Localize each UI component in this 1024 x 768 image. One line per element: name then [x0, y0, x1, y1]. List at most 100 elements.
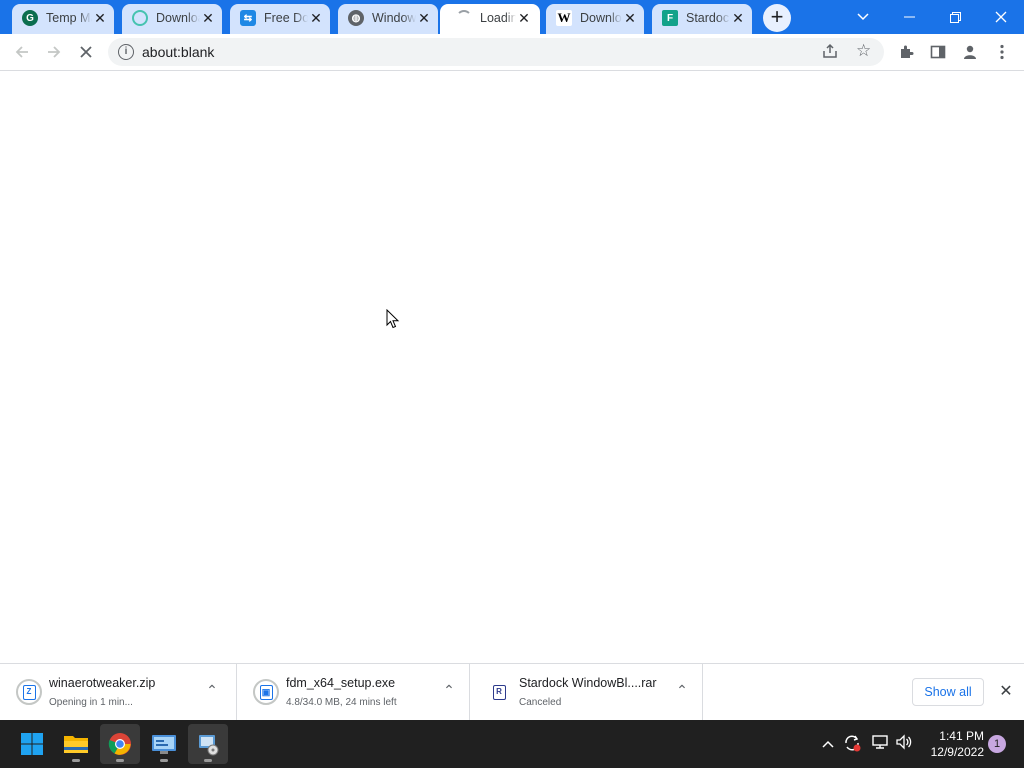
exe-file-icon: ▣	[253, 679, 279, 705]
page-content[interactable]	[0, 72, 1024, 663]
sync-error-icon	[845, 735, 861, 752]
stop-icon	[80, 46, 92, 58]
close-icon[interactable]: ✕	[622, 10, 638, 26]
close-icon	[995, 11, 1007, 23]
tab-strip: G Temp Mail ✕ Download ✕ ⇆ Free Download…	[0, 0, 1024, 34]
control-panel-icon	[152, 735, 176, 754]
tab-search-button[interactable]	[840, 0, 886, 34]
tab-download-2[interactable]: W Download ✕	[540, 0, 646, 34]
installer-icon	[199, 735, 219, 756]
profile-button[interactable]	[956, 38, 984, 66]
zip-file-icon: Z	[16, 679, 42, 705]
share-icon[interactable]	[822, 43, 838, 63]
tab-title: Download	[580, 11, 622, 25]
close-shelf-button[interactable]: ✕	[996, 682, 1016, 702]
stardock-favicon: F	[662, 10, 678, 26]
tab-loading-active[interactable]: Loading ✕	[440, 0, 540, 34]
close-icon[interactable]: ✕	[730, 10, 746, 26]
download-favicon	[132, 10, 148, 26]
running-indicator	[160, 759, 168, 762]
tab-windows[interactable]: ◍ Windows ✕	[332, 0, 440, 34]
forward-button[interactable]	[40, 38, 68, 66]
windows-taskbar: 1:41 PM 12/9/2022 1	[0, 720, 1024, 768]
sync-tray-icon[interactable]	[842, 734, 862, 754]
download-status: 4.8/34.0 MB, 24 mins left	[286, 697, 397, 708]
tab-temp-mail[interactable]: G Temp Mail ✕	[6, 0, 116, 34]
side-panel-button[interactable]	[924, 38, 952, 66]
url-text[interactable]: about:blank	[142, 44, 214, 60]
show-all-button[interactable]: Show all	[912, 678, 984, 706]
arrow-right-icon	[48, 46, 61, 58]
chevron-up-icon	[822, 740, 834, 748]
system-clock[interactable]: 1:41 PM 12/9/2022	[920, 728, 984, 760]
tab-download-1[interactable]: Download ✕	[116, 0, 224, 34]
installer-taskbar-button[interactable]	[188, 724, 228, 764]
kebab-menu-icon	[1000, 44, 1004, 60]
chevron-up-icon[interactable]: ⌃	[439, 682, 459, 702]
show-hidden-icons-button[interactable]	[818, 734, 838, 754]
chevron-up-icon[interactable]: ⌃	[202, 682, 222, 702]
chrome-taskbar-button[interactable]	[100, 724, 140, 764]
back-button[interactable]	[8, 38, 36, 66]
start-button[interactable]	[12, 724, 52, 764]
download-status: Canceled	[519, 697, 562, 708]
stop-loading-button[interactable]	[72, 38, 100, 66]
bookmark-star-icon[interactable]: ☆	[856, 41, 871, 61]
windows-logo-icon	[21, 733, 43, 755]
close-icon[interactable]: ✕	[516, 10, 532, 26]
close-icon[interactable]: ✕	[308, 10, 324, 26]
restore-icon	[949, 11, 961, 23]
network-icon	[872, 735, 888, 749]
new-tab-button[interactable]: +	[763, 4, 791, 32]
minimize-button[interactable]	[886, 0, 932, 34]
download-filename: Stardock WindowBl....rar	[519, 676, 657, 690]
notification-badge[interactable]: 1	[988, 735, 1006, 753]
running-indicator	[116, 759, 124, 762]
w-favicon: W	[556, 10, 572, 26]
close-icon[interactable]: ✕	[92, 10, 108, 26]
chevron-down-icon	[857, 13, 869, 21]
temp-mail-favicon: G	[22, 10, 38, 26]
running-indicator	[72, 759, 80, 762]
tab-stardock[interactable]: F Stardock ✕	[646, 0, 754, 34]
download-item[interactable]: Z winaerotweaker.zip Opening in 1 min...…	[0, 664, 237, 721]
close-icon[interactable]: ✕	[200, 10, 216, 26]
download-filename: winaerotweaker.zip	[49, 676, 156, 690]
profile-icon	[964, 45, 976, 59]
fdm-favicon: ⇆	[240, 10, 256, 26]
puzzle-icon	[901, 45, 914, 58]
volume-tray-icon[interactable]	[894, 734, 914, 754]
extensions-button[interactable]	[892, 38, 920, 66]
download-item[interactable]: ▣ fdm_x64_setup.exe 4.8/34.0 MB, 24 mins…	[237, 664, 470, 721]
tab-title: Free Download Manager	[264, 11, 308, 25]
close-icon[interactable]: ✕	[416, 10, 432, 26]
running-indicator	[204, 759, 212, 762]
control-panel-button[interactable]	[144, 724, 184, 764]
download-item[interactable]: R Stardock WindowBl....rar Canceled ⌃	[470, 664, 703, 721]
clock-date: 12/9/2022	[930, 745, 984, 759]
side-panel-icon	[930, 45, 946, 59]
speaker-icon	[896, 734, 912, 750]
info-icon[interactable]: i	[118, 44, 134, 60]
minimize-icon	[903, 16, 915, 18]
arrow-left-icon	[15, 46, 28, 58]
restore-button[interactable]	[932, 0, 978, 34]
tab-title: Stardock	[686, 11, 730, 25]
tab-title: Loading	[480, 11, 516, 25]
globe-icon: ◍	[348, 10, 364, 26]
close-window-button[interactable]	[978, 0, 1024, 34]
menu-button[interactable]	[988, 38, 1016, 66]
file-explorer-button[interactable]	[56, 724, 96, 764]
network-tray-icon[interactable]	[870, 734, 890, 754]
mouse-cursor-icon	[386, 309, 400, 329]
tab-title: Temp Mail	[46, 11, 92, 25]
clock-time: 1:41 PM	[939, 729, 984, 743]
loading-spinner-icon	[456, 10, 472, 26]
download-filename: fdm_x64_setup.exe	[286, 676, 396, 690]
download-status: Opening in 1 min...	[49, 697, 133, 708]
address-bar[interactable]: i about:blank ☆	[108, 38, 884, 66]
tab-title: Download	[156, 11, 200, 25]
chevron-up-icon[interactable]: ⌃	[672, 682, 692, 702]
chrome-icon	[108, 733, 131, 755]
tab-free-download-manager[interactable]: ⇆ Free Download Manager ✕	[224, 0, 332, 34]
